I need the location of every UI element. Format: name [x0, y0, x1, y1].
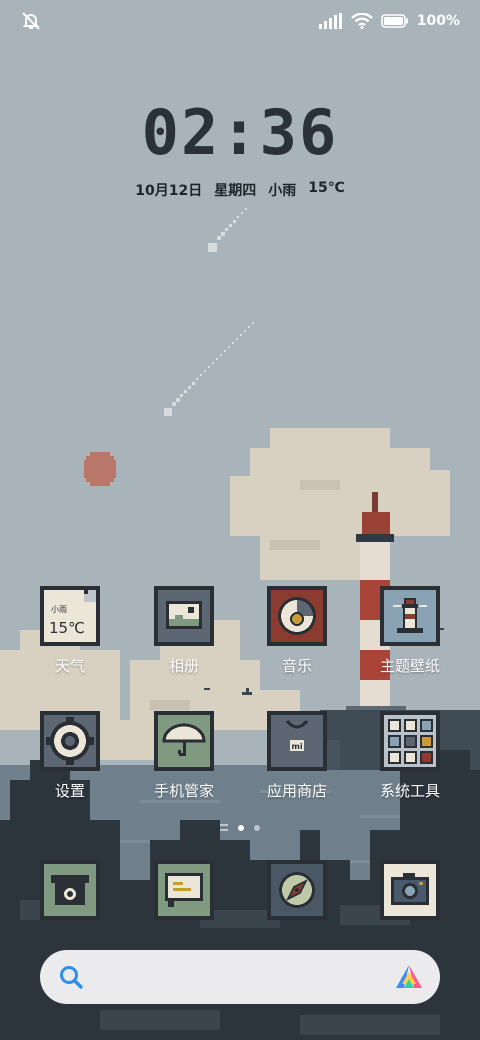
dock-camera[interactable]	[360, 857, 460, 957]
app-folder-system-tools[interactable]: 系统工具	[360, 708, 460, 808]
system-tools-folder-icon	[380, 711, 440, 771]
app-weather[interactable]: 小雨 15℃ 天气	[20, 583, 120, 683]
app-label: 设置	[54, 782, 85, 800]
app-label: 系统工具	[379, 782, 440, 800]
weather-widget-condition: 小雨	[51, 605, 67, 614]
assistant-icon[interactable]	[394, 963, 424, 991]
dock-browser[interactable]	[247, 857, 347, 957]
cell-signal-icon	[318, 13, 342, 29]
status-bar: 100%	[0, 0, 480, 42]
security-icon	[154, 711, 214, 771]
date-weather-row[interactable]: 10月12日 星期四 小雨 15℃	[0, 180, 480, 200]
sun	[84, 452, 116, 486]
clock-time[interactable]: 02:36	[0, 102, 480, 164]
settings-icon	[40, 711, 100, 771]
weather-condition: 小雨	[268, 183, 297, 199]
search-icon[interactable]	[58, 964, 84, 990]
app-store[interactable]: mi 应用商店	[247, 708, 347, 808]
page-dot-active[interactable]	[238, 824, 244, 831]
date: 10月12日	[135, 183, 203, 199]
temperature: 15℃	[308, 180, 345, 196]
app-label: 音乐	[281, 657, 312, 675]
app-settings[interactable]: 设置	[20, 708, 120, 808]
weekday: 星期四	[214, 183, 257, 199]
app-store-icon: mi	[267, 711, 327, 771]
app-label: 主题壁纸	[379, 657, 440, 675]
search-bar[interactable]	[40, 950, 440, 1004]
phone-icon	[40, 860, 100, 920]
app-music[interactable]: 音乐	[247, 583, 347, 683]
battery-icon	[380, 14, 408, 28]
app-label: 手机管家	[153, 782, 214, 800]
app-label: 天气	[54, 657, 85, 675]
wifi-icon	[350, 13, 373, 29]
camera-icon	[380, 860, 440, 920]
app-label: 相册	[168, 657, 199, 675]
app-label: 应用商店	[266, 782, 327, 800]
search-input[interactable]	[96, 962, 376, 992]
bell-off-icon	[22, 12, 40, 30]
home-screen: 100% 02:36 10月12日 星期四 小雨 15℃ 小雨 15℃ 天气 相…	[0, 0, 480, 1040]
page-indicator-minus-one[interactable]	[220, 824, 228, 831]
store-badge: mi	[292, 742, 303, 751]
app-themes[interactable]: 主题壁纸	[360, 583, 460, 683]
music-icon	[267, 586, 327, 646]
app-security[interactable]: 手机管家	[134, 708, 234, 808]
app-gallery[interactable]: 相册	[134, 583, 234, 683]
browser-icon	[267, 860, 327, 920]
weather-icon: 小雨 15℃	[40, 586, 100, 646]
page-indicator[interactable]	[0, 824, 480, 831]
gallery-icon	[154, 586, 214, 646]
themes-icon	[380, 586, 440, 646]
dock-phone[interactable]	[20, 857, 120, 957]
battery-percentage: 100%	[416, 13, 460, 29]
messages-icon	[154, 860, 214, 920]
page-dot[interactable]	[254, 824, 260, 831]
weather-widget-temp: 15℃	[49, 619, 85, 637]
dock-messages[interactable]	[134, 857, 234, 957]
